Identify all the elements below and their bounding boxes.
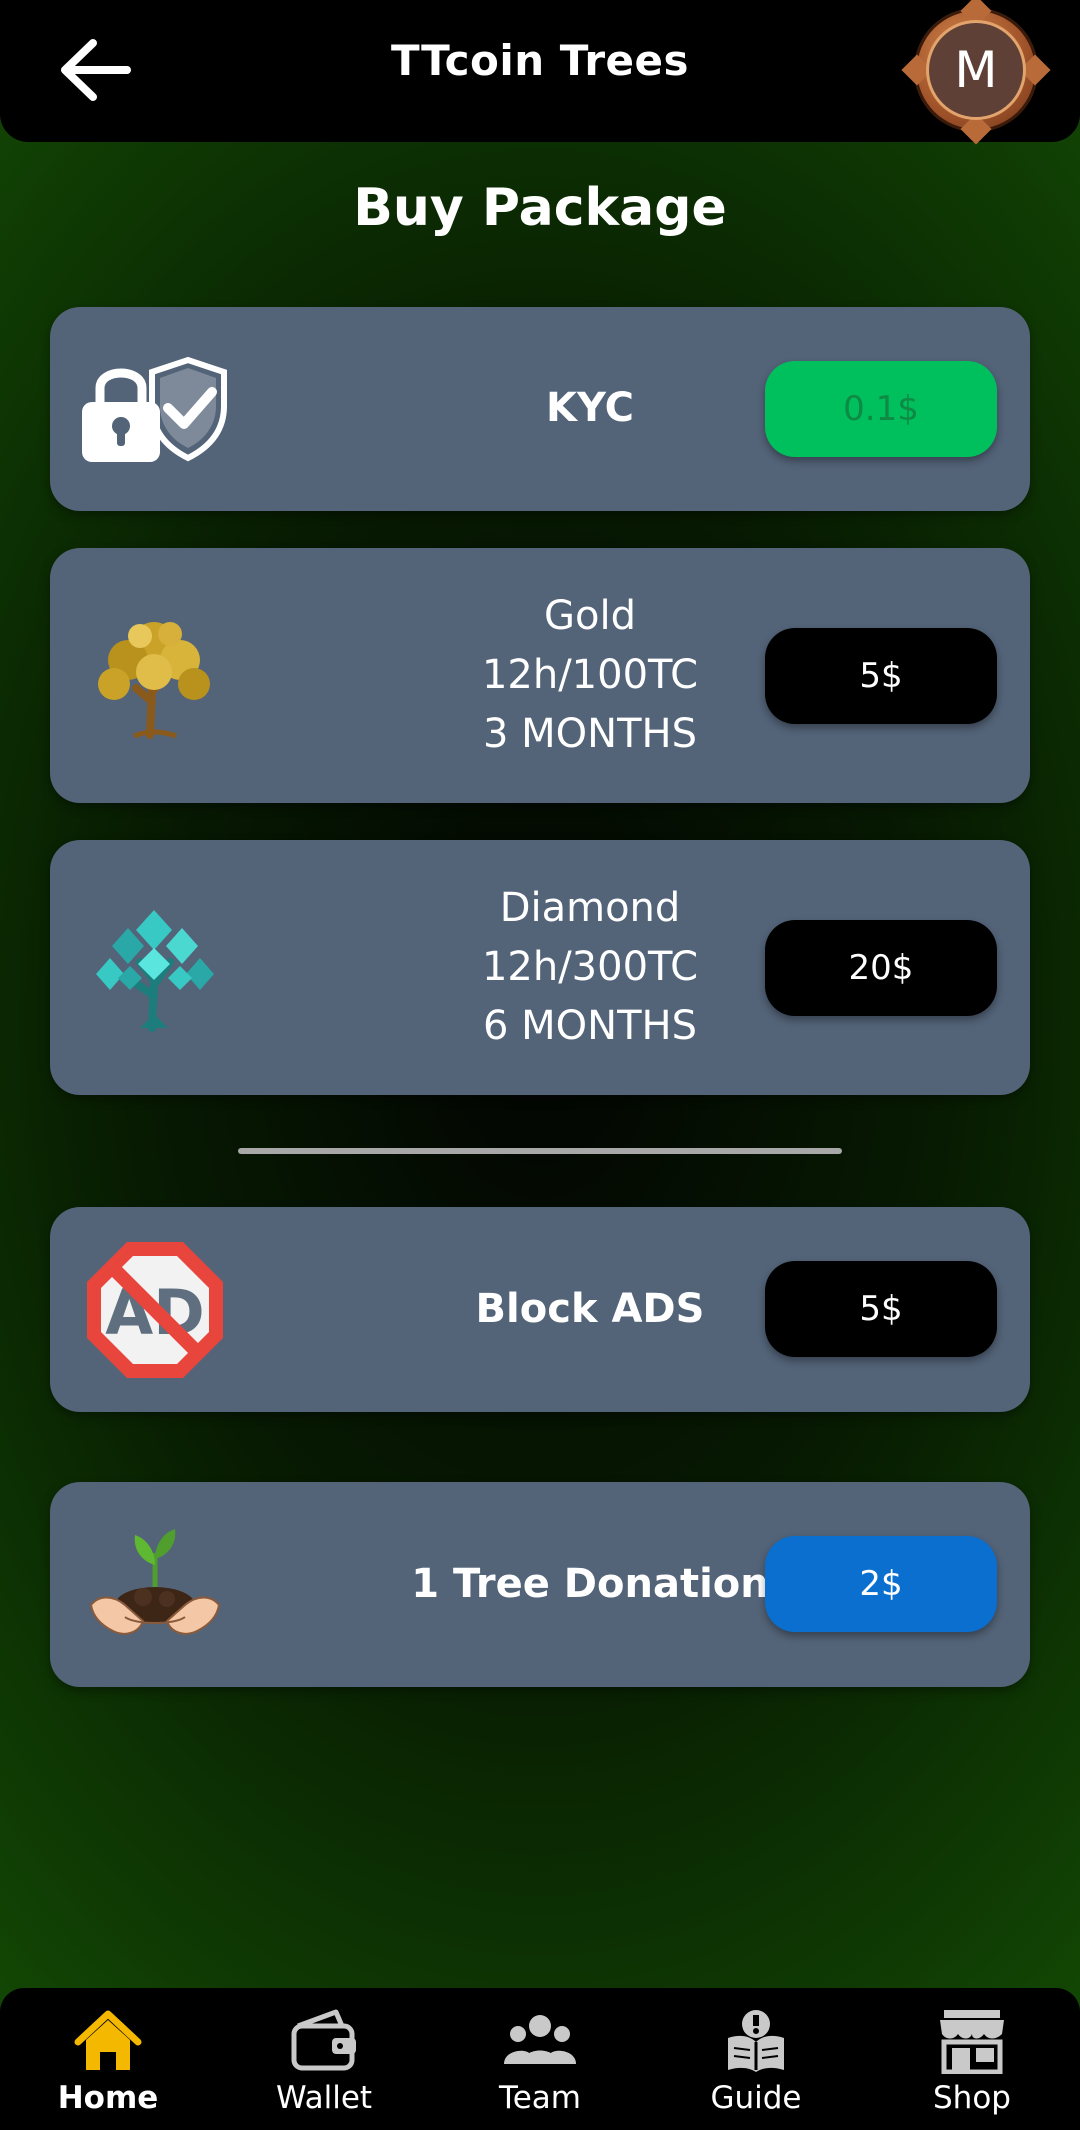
package-card-gold: Gold 12h/100TC 3 MONTHS 5$ <box>50 548 1030 803</box>
avatar[interactable]: M <box>901 0 1051 145</box>
lock-shield-icon <box>80 334 230 484</box>
diamond-tree-icon <box>80 892 230 1042</box>
gold-tree-icon <box>80 600 230 750</box>
package-card-kyc: KYC 0.1$ <box>50 307 1030 511</box>
wallet-icon <box>286 2006 362 2076</box>
team-icon <box>502 2006 578 2076</box>
home-icon <box>70 2006 146 2076</box>
top-app-bar: TTcoin Trees M <box>0 0 1080 145</box>
nav-team[interactable]: Team <box>432 1988 648 2130</box>
nav-label: Home <box>57 2080 159 2116</box>
nav-label: Shop <box>933 2080 1011 2116</box>
bottom-navigation: Home Wallet Team Guide Shop <box>0 1988 1080 2130</box>
sapling-hands-icon <box>80 1508 230 1658</box>
buy-kyc-button[interactable]: 0.1$ <box>765 361 997 457</box>
nav-wallet[interactable]: Wallet <box>216 1988 432 2130</box>
section-divider <box>238 1148 842 1154</box>
buy-diamond-button[interactable]: 20$ <box>765 920 997 1016</box>
page-title: Buy Package <box>353 178 727 238</box>
package-card-diamond: Diamond 12h/300TC 6 MONTHS 20$ <box>50 840 1030 1095</box>
donate-tree-button[interactable]: 2$ <box>765 1536 997 1632</box>
nav-label: Team <box>499 2080 581 2116</box>
nav-label: Wallet <box>275 2080 373 2116</box>
no-ads-icon: AD <box>80 1235 230 1385</box>
nav-guide[interactable]: Guide <box>648 1988 864 2130</box>
guide-book-icon <box>718 2006 794 2076</box>
package-card-tree-donation: 1 Tree Donation 2$ <box>50 1482 1030 1687</box>
nav-home[interactable]: Home <box>0 1988 216 2130</box>
nav-label: Guide <box>710 2080 802 2116</box>
package-card-block-ads: AD Block ADS 5$ <box>50 1207 1030 1412</box>
buy-gold-button[interactable]: 5$ <box>765 628 997 724</box>
nav-shop[interactable]: Shop <box>864 1988 1080 2130</box>
buy-block-ads-button[interactable]: 5$ <box>765 1261 997 1357</box>
avatar-letter: M <box>926 20 1026 120</box>
shop-icon <box>934 2006 1010 2076</box>
